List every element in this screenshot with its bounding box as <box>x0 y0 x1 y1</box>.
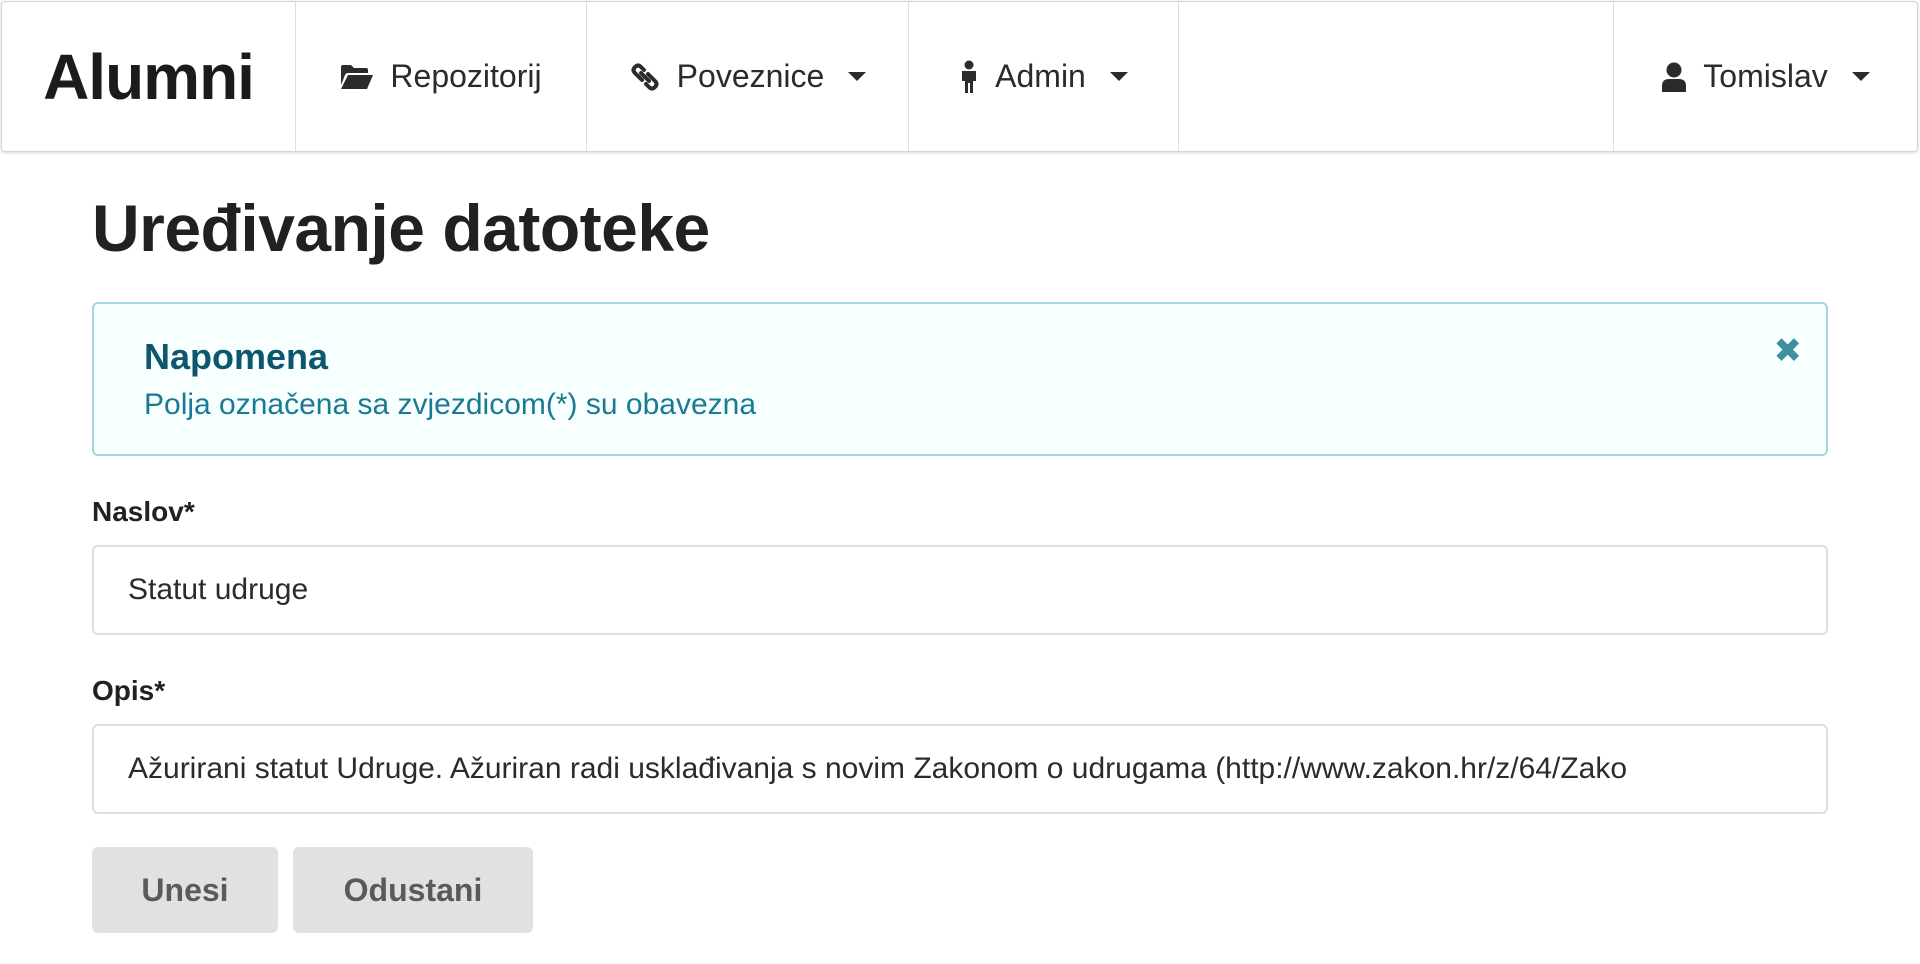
info-message: Napomena Polja označena sa zvjezdicom(*)… <box>92 302 1828 456</box>
title-field-label: Naslov* <box>92 496 195 527</box>
menu-item-repository[interactable]: Repozitorij <box>296 2 587 151</box>
folder-open-icon <box>340 64 374 90</box>
menu-item-user[interactable]: Tomislav <box>1613 2 1917 151</box>
info-message-header: Napomena <box>144 336 329 377</box>
menu-item-user-label: Tomislav <box>1703 58 1828 94</box>
menu-item-admin-label: Admin <box>995 58 1086 94</box>
description-field-label: Opis* <box>92 675 166 706</box>
menu-item-links-label: Poveznice <box>676 58 825 94</box>
dropdown-caret-icon <box>1851 72 1870 81</box>
cancel-button[interactable]: Odustani <box>293 847 533 933</box>
menu-item-admin[interactable]: Admin <box>909 2 1179 151</box>
user-icon <box>1661 62 1687 92</box>
page-title: Uređivanje datoteke <box>92 191 710 265</box>
top-menu: Alumni Repozitorij Poveznice Admin Tomis… <box>1 1 1918 152</box>
menu-spacer <box>1179 2 1613 151</box>
submit-button[interactable]: Unesi <box>92 847 278 933</box>
close-icon[interactable]: ✖ <box>1774 334 1803 368</box>
dropdown-caret-icon <box>1109 72 1128 81</box>
title-input[interactable] <box>92 545 1828 635</box>
chain-link-icon <box>629 61 661 93</box>
description-input[interactable] <box>92 724 1828 814</box>
info-message-text: Polja označena sa zvjezdicom(*) su obave… <box>144 388 756 421</box>
dropdown-caret-icon <box>848 72 867 81</box>
menu-item-repository-label: Repozitorij <box>390 58 542 94</box>
brand-label: Alumni <box>43 40 255 113</box>
brand-logo[interactable]: Alumni <box>2 2 296 151</box>
menu-item-links[interactable]: Poveznice <box>587 2 909 151</box>
person-icon <box>959 60 979 94</box>
